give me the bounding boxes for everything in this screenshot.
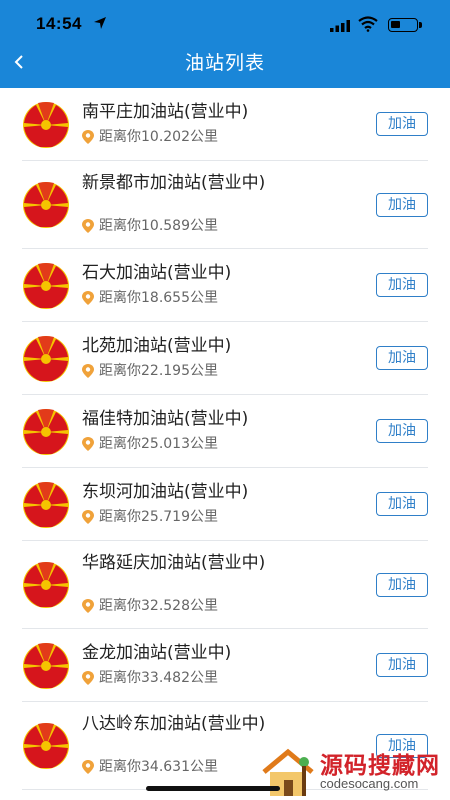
station-distance: 距离你34.631公里	[99, 759, 218, 775]
station-name: 南平庄加油站(营业中)	[82, 102, 249, 122]
house-logo-icon	[262, 748, 314, 796]
watermark-text: 源码搜藏网	[320, 753, 440, 779]
location-pin-icon	[82, 219, 94, 233]
refuel-button[interactable]: 加油	[376, 273, 428, 297]
station-distance: 距离你33.482公里	[99, 670, 218, 686]
petrochina-logo-icon	[23, 182, 69, 228]
petrochina-logo-icon	[23, 562, 69, 608]
battery-icon	[388, 18, 422, 32]
location-pin-icon	[82, 437, 94, 451]
location-pin-icon	[82, 599, 94, 613]
station-list: 南平庄加油站(营业中) 距离你10.202公里 加油 新景都市加油站(营业中) …	[0, 88, 450, 790]
station-distance-row: 距离你10.589公里	[82, 215, 218, 235]
location-pin-icon	[82, 291, 94, 305]
petrochina-logo-icon	[23, 409, 69, 455]
station-distance: 距离你22.195公里	[99, 363, 218, 379]
station-name: 福佳特加油站(营业中)	[82, 409, 249, 429]
station-distance-row: 距离你10.202公里	[82, 126, 218, 146]
petrochina-logo-icon	[23, 643, 69, 689]
station-distance: 距离你10.202公里	[99, 129, 218, 145]
status-time: 14:54	[36, 14, 82, 33]
station-row[interactable]: 东坝河加油站(营业中) 距离你25.719公里 加油	[22, 468, 428, 541]
station-row[interactable]: 新景都市加油站(营业中) 距离你10.589公里 加油	[22, 161, 428, 249]
station-distance-row: 距离你25.013公里	[82, 433, 218, 453]
station-name: 华路延庆加油站(营业中)	[82, 553, 266, 573]
refuel-button[interactable]: 加油	[376, 346, 428, 370]
location-pin-icon	[82, 760, 94, 774]
station-row[interactable]: 石大加油站(营业中) 距离你18.655公里 加油	[22, 249, 428, 322]
page-title: 油站列表	[184, 52, 265, 74]
watermark-url: codesocang.com	[320, 776, 419, 791]
station-name: 新景都市加油站(营业中)	[82, 173, 266, 193]
wifi-icon	[358, 16, 378, 32]
location-pin-icon	[82, 671, 94, 685]
status-bar: 14:54	[0, 12, 450, 38]
station-row[interactable]: 南平庄加油站(营业中) 距离你10.202公里 加油	[22, 88, 428, 161]
station-distance-row: 距离你22.195公里	[82, 360, 218, 380]
app-header: 14:54 油站列表	[0, 0, 450, 88]
refuel-button[interactable]: 加油	[376, 573, 428, 597]
petrochina-logo-icon	[23, 482, 69, 528]
home-indicator	[146, 786, 280, 791]
refuel-button[interactable]: 加油	[376, 419, 428, 443]
petrochina-logo-icon	[23, 723, 69, 769]
station-name: 北苑加油站(营业中)	[82, 336, 232, 356]
petrochina-logo-icon	[23, 102, 69, 148]
refuel-button[interactable]: 加油	[376, 492, 428, 516]
petrochina-logo-icon	[23, 336, 69, 382]
station-name: 东坝河加油站(营业中)	[82, 482, 249, 502]
watermark-logo: 源码搜藏网 codesocang.com	[258, 746, 448, 800]
station-distance-row: 距离你32.528公里	[82, 595, 218, 615]
station-distance-row: 距离你33.482公里	[82, 667, 218, 687]
station-distance-row: 距离你34.631公里	[82, 756, 218, 776]
refuel-button[interactable]: 加油	[376, 653, 428, 677]
station-name: 八达岭东加油站(营业中)	[82, 714, 266, 734]
station-distance: 距离你18.655公里	[99, 290, 218, 306]
station-distance-row: 距离你25.719公里	[82, 506, 218, 526]
station-distance: 距离你25.013公里	[99, 436, 218, 452]
location-pin-icon	[82, 510, 94, 524]
station-distance: 距离你32.528公里	[99, 598, 218, 614]
station-row[interactable]: 金龙加油站(营业中) 距离你33.482公里 加油	[22, 629, 428, 702]
station-distance: 距离你10.589公里	[99, 218, 218, 234]
refuel-button[interactable]: 加油	[376, 193, 428, 217]
location-pin-icon	[82, 130, 94, 144]
station-name: 石大加油站(营业中)	[82, 263, 232, 283]
station-name: 金龙加油站(营业中)	[82, 643, 232, 663]
petrochina-logo-icon	[23, 263, 69, 309]
location-pin-icon	[82, 364, 94, 378]
station-distance: 距离你25.719公里	[99, 509, 218, 525]
station-distance-row: 距离你18.655公里	[82, 287, 218, 307]
cellular-signal-icon	[330, 20, 350, 32]
station-row[interactable]: 北苑加油站(营业中) 距离你22.195公里 加油	[22, 322, 428, 395]
station-row[interactable]: 福佳特加油站(营业中) 距离你25.013公里 加油	[22, 395, 428, 468]
station-row[interactable]: 华路延庆加油站(营业中) 距离你32.528公里 加油	[22, 541, 428, 629]
refuel-button[interactable]: 加油	[376, 112, 428, 136]
location-arrow-icon	[94, 17, 106, 29]
